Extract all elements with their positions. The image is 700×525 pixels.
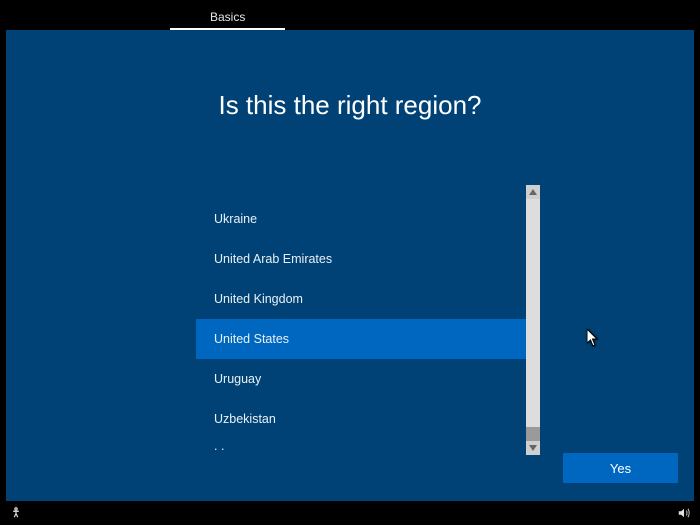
bottom-bar <box>0 501 700 525</box>
page-title: Is this the right region? <box>6 90 694 121</box>
region-list[interactable]: Uganda Ukraine United Arab Emirates Unit… <box>196 185 536 455</box>
accessibility-icon[interactable] <box>8 505 24 521</box>
list-item[interactable]: . . <box>196 439 536 453</box>
list-item[interactable]: United Kingdom <box>196 279 536 319</box>
tab-basics[interactable]: Basics <box>170 4 285 30</box>
top-bar: Basics <box>0 0 700 30</box>
list-item[interactable]: Uruguay <box>196 359 536 399</box>
scroll-track[interactable] <box>526 199 540 441</box>
scroll-down-icon[interactable] <box>526 441 540 455</box>
stage: Is this the right region? Uganda Ukraine… <box>6 30 694 501</box>
list-item-selected[interactable]: United States <box>196 319 536 359</box>
list-item[interactable]: United Arab Emirates <box>196 239 536 279</box>
scrollbar[interactable] <box>526 185 540 455</box>
scroll-up-icon[interactable] <box>526 185 540 199</box>
list-item[interactable]: Uzbekistan <box>196 399 536 439</box>
oobe-frame: Basics Is this the right region? Uganda … <box>0 0 700 525</box>
list-item[interactable]: Ukraine <box>196 199 536 239</box>
volume-icon[interactable] <box>676 505 692 521</box>
scroll-thumb[interactable] <box>526 427 540 441</box>
yes-button[interactable]: Yes <box>563 453 678 483</box>
list-item[interactable]: Uganda <box>196 185 536 199</box>
